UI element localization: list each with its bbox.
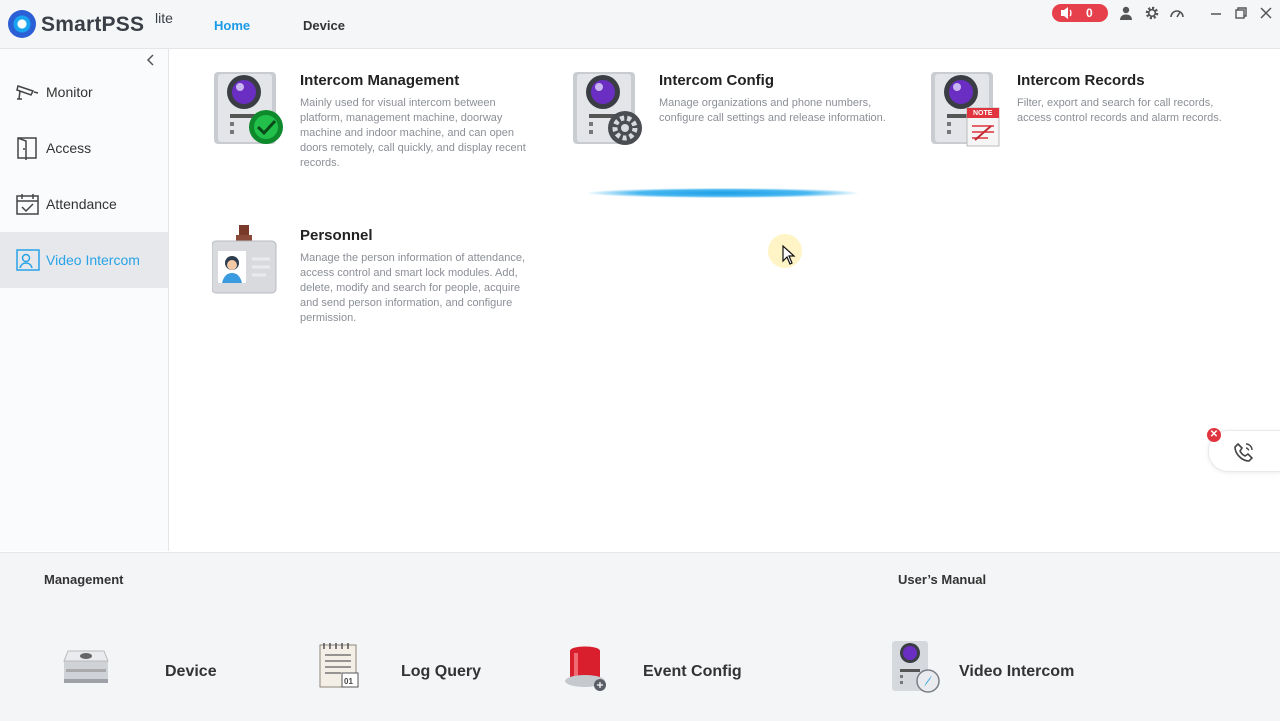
- module-description: Manage organizations and phone numbers, …: [659, 97, 886, 124]
- management-item-label: Event Config: [643, 663, 742, 680]
- log-calendar-icon: 01: [319, 643, 359, 688]
- intercom-records-icon: [931, 72, 1000, 147]
- alarm-badge[interactable]: 0: [1052, 4, 1108, 22]
- module-title: Intercom Records: [1017, 72, 1145, 89]
- svg-text:01: 01: [344, 677, 353, 686]
- management-item-label: Log Query: [401, 663, 482, 680]
- phone-call-icon: [1234, 442, 1254, 462]
- sidebar-item-label: Monitor: [46, 84, 93, 100]
- module-title: Personnel: [300, 227, 373, 244]
- alarm-siren-icon: [565, 646, 606, 691]
- sidebar-item-label: Attendance: [46, 196, 117, 212]
- user-icon[interactable]: [1118, 5, 1134, 21]
- module-title: Intercom Config: [659, 72, 774, 89]
- records-note-label: NOTE: [973, 110, 993, 117]
- manual-item-video-intercom[interactable]: Video Intercom: [888, 635, 1098, 699]
- module-title: Intercom Management: [300, 72, 460, 89]
- app-name: SmartPSS: [41, 13, 145, 36]
- module-description: Filter, export and search for call recor…: [1017, 97, 1222, 124]
- mouse-pointer-icon: [782, 245, 796, 265]
- tab-device[interactable]: Device: [303, 18, 345, 33]
- settings-gear-icon[interactable]: [1144, 5, 1160, 21]
- device-box-icon: [63, 650, 109, 683]
- sidebar-item-attendance[interactable]: Attendance: [0, 176, 168, 232]
- sidebar-item-monitor[interactable]: Monitor: [0, 64, 168, 120]
- door-icon: [17, 137, 37, 160]
- module-description: Manage the person information of attenda…: [300, 252, 526, 324]
- management-item-label: Device: [165, 663, 217, 680]
- bottom-panel: Management User’s Manual Device 01 Log Q…: [0, 552, 1280, 721]
- module-description: Mainly used for visual intercom between …: [300, 97, 526, 169]
- speaker-icon: [1061, 7, 1072, 19]
- minimize-icon[interactable]: [1208, 5, 1224, 21]
- sidebar-item-video-intercom[interactable]: Video Intercom: [0, 232, 168, 288]
- call-widget-close-icon[interactable]: ✕: [1207, 428, 1221, 442]
- management-section-label: Management: [44, 572, 124, 587]
- management-item-device[interactable]: Device: [60, 635, 230, 699]
- management-item-log-query[interactable]: 01 Log Query: [316, 635, 486, 699]
- restore-window-icon[interactable]: [1233, 5, 1249, 21]
- intercom-management-icon: [214, 72, 283, 144]
- manual-section-label: User’s Manual: [898, 572, 987, 587]
- cctv-camera-icon: [16, 85, 39, 100]
- alarm-count: 0: [1086, 6, 1093, 20]
- management-item-event-config[interactable]: Event Config: [562, 635, 752, 699]
- tab-home[interactable]: Home: [214, 18, 250, 33]
- intercom-compass-icon: [892, 641, 940, 693]
- personnel-id-card-icon: [212, 225, 277, 294]
- title-bar: SmartPSS lite Home Device 0: [0, 0, 1280, 49]
- sidebar-item-access[interactable]: Access: [0, 120, 168, 176]
- sidebar-item-label: Video Intercom: [46, 252, 140, 268]
- smartpss-logo-icon: [8, 10, 36, 38]
- close-icon[interactable]: [1258, 5, 1274, 21]
- intercom-person-icon: [16, 249, 40, 271]
- app-edition: lite: [155, 10, 173, 26]
- manual-item-label: Video Intercom: [959, 663, 1075, 680]
- intercom-config-icon: [573, 72, 642, 145]
- calendar-check-icon: [16, 194, 39, 215]
- sidebar: Monitor Access Attendance Video Intercom: [0, 49, 169, 551]
- performance-gauge-icon[interactable]: [1169, 5, 1185, 21]
- sidebar-item-label: Access: [46, 140, 92, 156]
- loading-indicator: [588, 188, 858, 198]
